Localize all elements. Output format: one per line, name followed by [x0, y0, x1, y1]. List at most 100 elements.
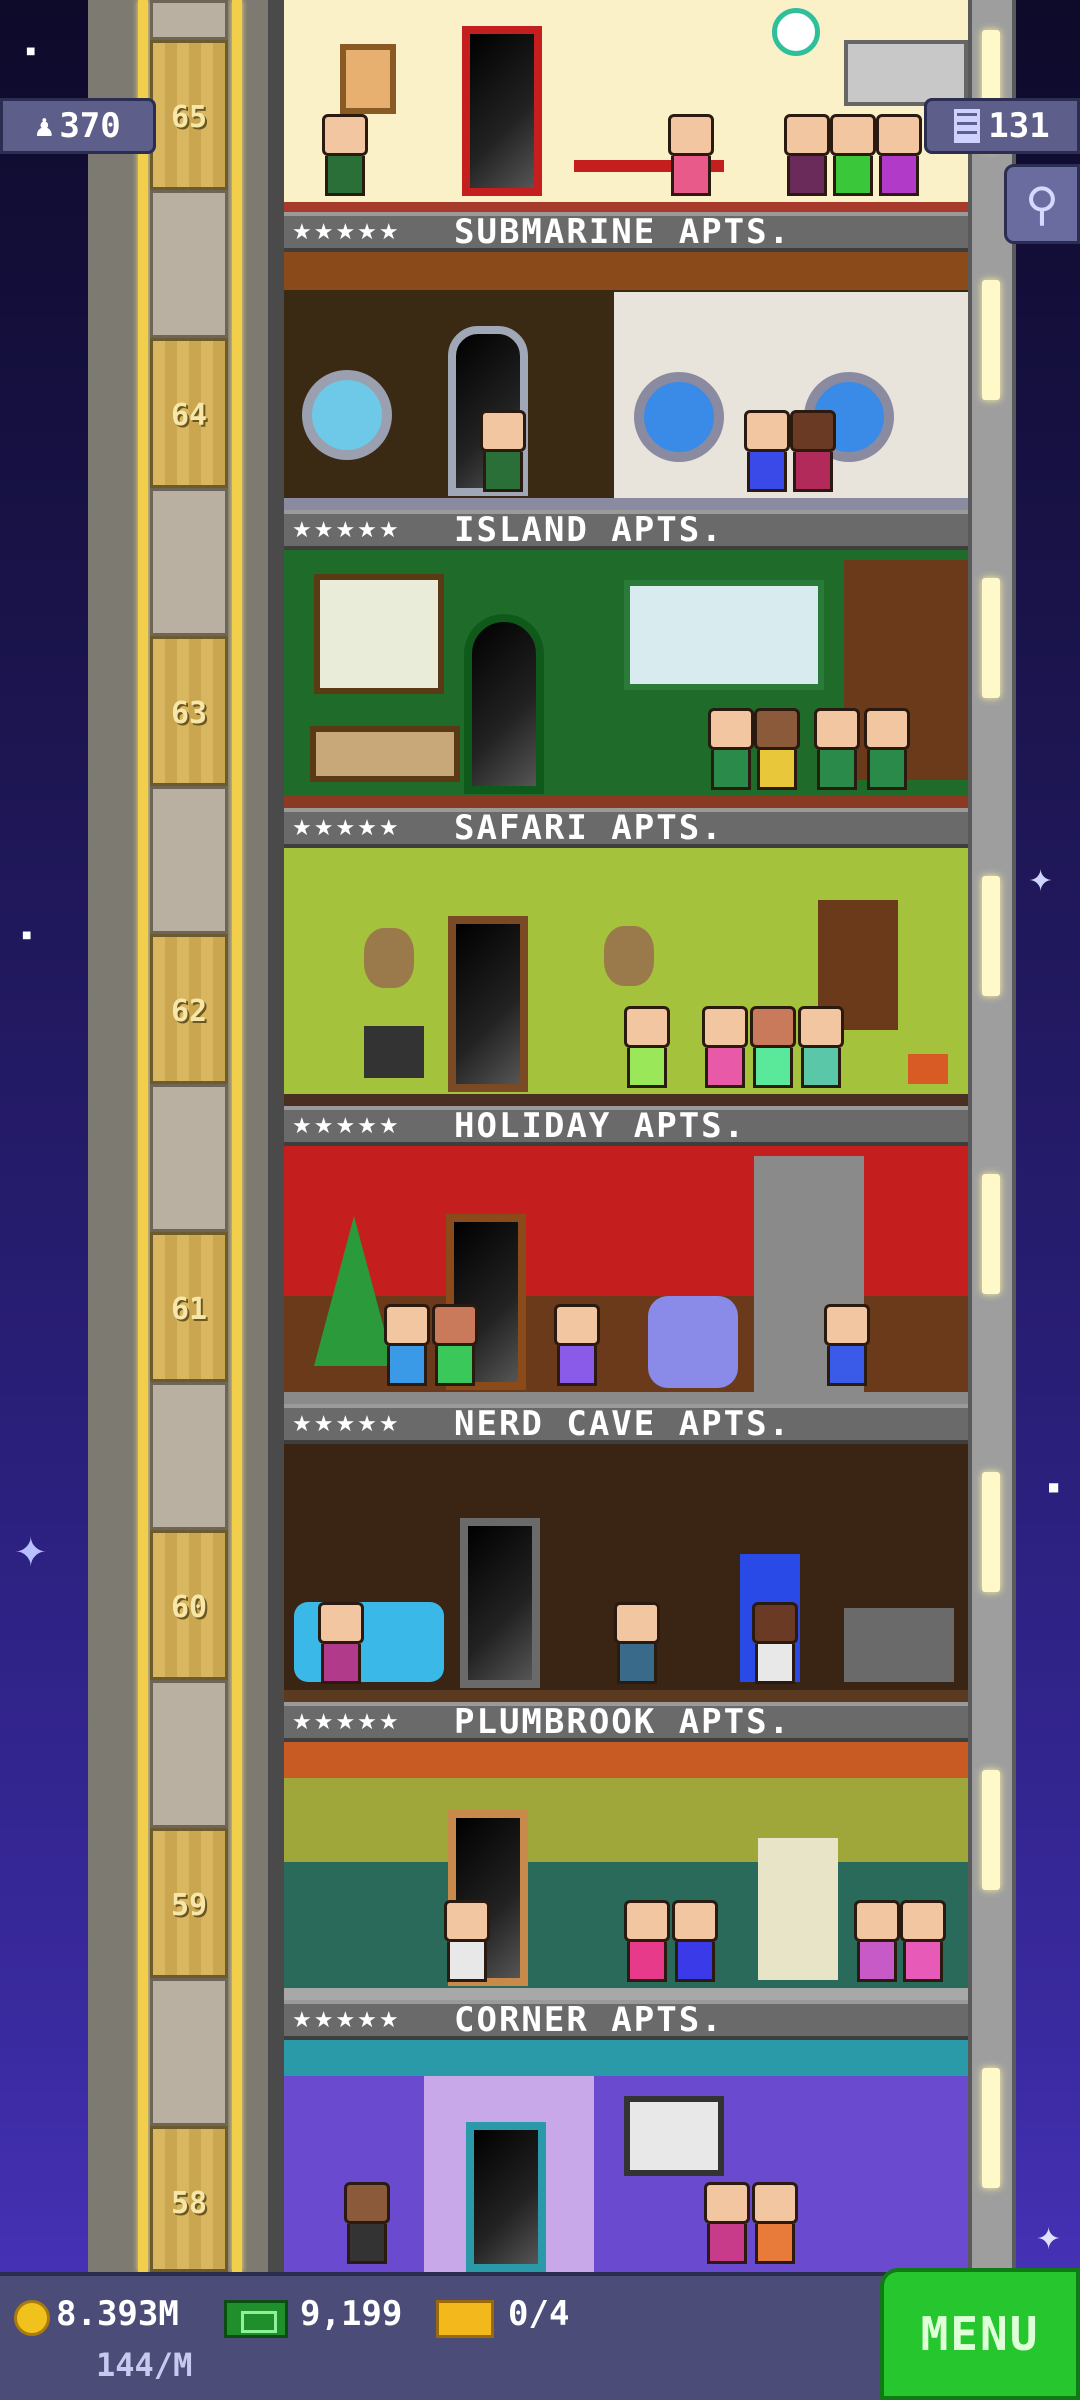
floor-strip: [284, 498, 968, 510]
window-light: [982, 2068, 1000, 2188]
floor-62-label[interactable]: ★★★★★ HOLIDAY APTS.: [284, 1106, 968, 1146]
star-rating: ★★★★★: [292, 2007, 401, 2033]
resident[interactable]: [708, 708, 754, 798]
resident[interactable]: [444, 1900, 490, 1990]
big-window: [624, 580, 824, 690]
bux-icon: [224, 2300, 288, 2338]
window-curtain: [314, 574, 444, 694]
floor-61-label[interactable]: ★★★★★ NERD CAVE APTS.: [284, 1404, 968, 1444]
resident[interactable]: [798, 1006, 844, 1096]
teal-wall: [284, 2040, 968, 2076]
floor-name: CORNER APTS.: [454, 2000, 724, 2040]
floor-65-room[interactable]: [284, 0, 968, 214]
window-light: [982, 578, 1000, 698]
resident[interactable]: [344, 2182, 390, 2272]
resident[interactable]: [480, 410, 526, 500]
floor-62-room[interactable]: [284, 848, 968, 1106]
picture-frame: [340, 44, 396, 114]
clock-icon: [772, 8, 820, 56]
tickets-value: 0/4: [508, 2294, 570, 2334]
apartment-door[interactable]: [462, 26, 542, 196]
resident[interactable]: [432, 1304, 478, 1394]
star-rating: ★★★★★: [292, 1113, 401, 1139]
search-button[interactable]: ⚲: [1004, 164, 1080, 244]
floor-strip: [284, 796, 968, 808]
couch: [294, 1602, 444, 1682]
menu-button[interactable]: MENU: [880, 2268, 1080, 2400]
resident[interactable]: [624, 1900, 670, 1990]
elevator-rail-left: [138, 0, 148, 2272]
resident[interactable]: [824, 1304, 870, 1394]
apartment-door[interactable]: [466, 2122, 546, 2272]
resident[interactable]: [554, 1304, 600, 1394]
resident[interactable]: [702, 1006, 748, 1096]
porthole-window: [634, 372, 724, 462]
floor-counter[interactable]: 131: [924, 98, 1080, 154]
resident[interactable]: [754, 708, 800, 798]
floor-61-room[interactable]: [284, 1146, 968, 1404]
tribal-mask: [604, 926, 654, 986]
window-light: [982, 876, 1000, 996]
floor-60-room[interactable]: [284, 1444, 968, 1702]
resident[interactable]: [864, 708, 910, 798]
resident[interactable]: [672, 1900, 718, 1990]
population-value: 370: [59, 106, 121, 146]
apartment-door[interactable]: [448, 916, 528, 1092]
floor-strip: [284, 1988, 968, 2000]
floor-59-room[interactable]: [284, 1742, 968, 2000]
star-rating: ★★★★★: [292, 1411, 401, 1437]
floor-name: SUBMARINE APTS.: [454, 212, 792, 252]
floor-number: 60: [170, 1590, 208, 1625]
floor-name: SAFARI APTS.: [454, 808, 724, 848]
menu-label: MENU: [920, 2307, 1040, 2361]
resident[interactable]: [900, 1900, 946, 1990]
coins-value: 8.393M: [56, 2294, 179, 2334]
resident[interactable]: [624, 1006, 670, 1096]
tribal-mask: [364, 928, 414, 988]
floor-59-label[interactable]: ★★★★★ CORNER APTS.: [284, 2000, 968, 2040]
arcade-cabinet: [758, 1838, 838, 1980]
star-rating: ★★★★★: [292, 517, 401, 543]
floor-strip: [284, 1690, 968, 1702]
floor-63-label[interactable]: ★★★★★ SAFARI APTS.: [284, 808, 968, 848]
resident[interactable]: [614, 1602, 660, 1692]
resident[interactable]: [790, 410, 836, 500]
coin-icon: [14, 2300, 50, 2336]
resident[interactable]: [854, 1900, 900, 1990]
floor-58-room[interactable]: [284, 2040, 968, 2272]
floor-64-label[interactable]: ★★★★★ ISLAND APTS.: [284, 510, 968, 550]
floor-65-label[interactable]: ★★★★★ SUBMARINE APTS.: [284, 212, 968, 252]
resident[interactable]: [752, 2182, 798, 2272]
resident[interactable]: [814, 708, 860, 798]
resident[interactable]: [318, 1602, 364, 1692]
tower-frame-left: [268, 0, 284, 2272]
resident[interactable]: [752, 1602, 798, 1692]
floor-count-value: 131: [988, 106, 1050, 146]
floor-strip: [284, 1094, 968, 1106]
resident[interactable]: [750, 1006, 796, 1096]
resident[interactable]: [704, 2182, 750, 2272]
window-light: [982, 1770, 1000, 1890]
floor-64-room[interactable]: [284, 252, 968, 510]
apartment-door[interactable]: [464, 614, 544, 794]
population-counter[interactable]: ♟ 370: [0, 98, 156, 154]
resident[interactable]: [384, 1304, 430, 1394]
floor-number: 58: [170, 2186, 208, 2221]
sky-star: ■: [1048, 1480, 1060, 1494]
resident[interactable]: [322, 114, 368, 204]
resident[interactable]: [744, 410, 790, 500]
floor-60-label[interactable]: ★★★★★ PLUMBROOK APTS.: [284, 1702, 968, 1742]
floor-63-room[interactable]: [284, 550, 968, 808]
armchair: [648, 1296, 738, 1388]
sky-star: ✦: [14, 1530, 48, 1576]
resident[interactable]: [876, 114, 922, 204]
window-light: [982, 280, 1000, 400]
side-table: [364, 1026, 424, 1078]
resident[interactable]: [784, 114, 830, 204]
resident[interactable]: [830, 114, 876, 204]
floor-strip: [284, 1392, 968, 1404]
apartment-door[interactable]: [460, 1518, 540, 1688]
picture-frame: [624, 2096, 724, 2176]
resident[interactable]: [668, 114, 714, 204]
ceiling-trim: [284, 1742, 968, 1778]
